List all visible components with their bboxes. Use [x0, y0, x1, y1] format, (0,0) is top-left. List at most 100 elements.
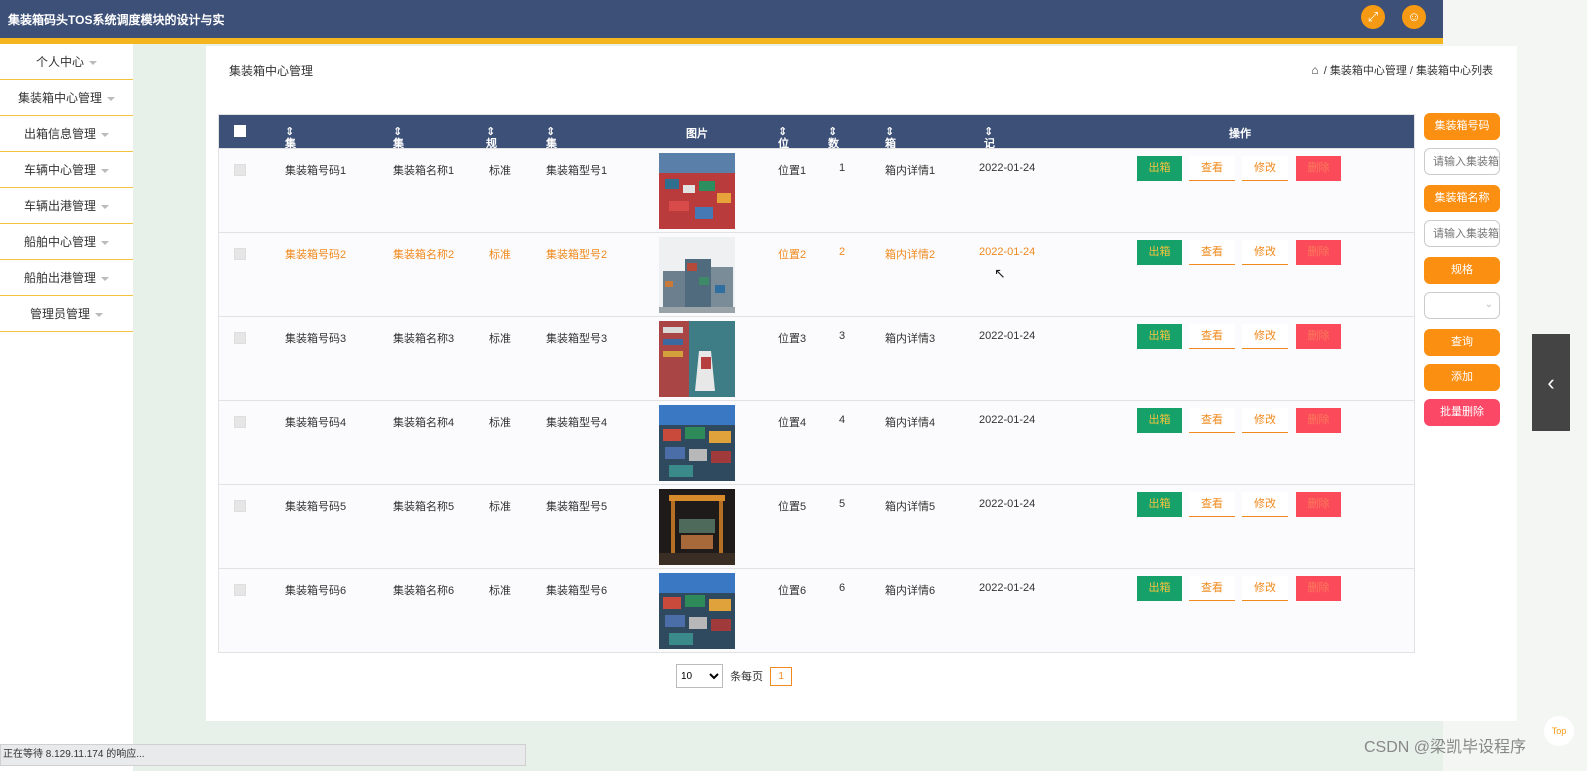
sidebar-item-vehicle-center[interactable]: 车辆中心管理 [0, 152, 133, 188]
code-filter-label: 集装箱号码 [1424, 113, 1500, 140]
sidebar-item-ship-departure[interactable]: 船舶出港管理 [0, 260, 133, 296]
user-icon[interactable]: ☺ [1402, 5, 1426, 29]
cell-name: 集装箱名称2 [393, 249, 455, 261]
col-header-position[interactable]: 位置⇕ [778, 125, 789, 166]
cell-detail: 箱内详情3 [885, 333, 936, 345]
col-header-model[interactable]: 集装箱型号⇕ [546, 125, 557, 214]
page-number-button[interactable]: 1 [770, 666, 793, 686]
delete-button[interactable]: 删除 [1296, 492, 1341, 517]
sidebar-item-ship-center[interactable]: 船舶中心管理 [0, 224, 133, 260]
edit-button[interactable]: 修改 [1242, 240, 1288, 265]
code-search-input[interactable] [1424, 148, 1500, 175]
cell-spec: 标准 [489, 585, 511, 597]
container-photo[interactable] [659, 153, 735, 229]
search-panel: 集装箱号码 集装箱名称 规格 ⌄ 查询 添加 批量删除 [1424, 113, 1500, 426]
delete-button[interactable]: 删除 [1296, 576, 1341, 601]
cell-spec: 标准 [489, 417, 511, 429]
view-button[interactable]: 查看 [1189, 576, 1235, 601]
out-button[interactable]: 出箱 [1137, 324, 1182, 349]
cell-model: 集装箱型号2 [546, 249, 608, 261]
collapse-panel-tab[interactable]: ‹ [1532, 334, 1570, 431]
sidebar-item-admin[interactable]: 管理员管理 [0, 296, 133, 332]
page-title: 集装箱中心管理 [229, 64, 314, 78]
out-button[interactable]: 出箱 [1137, 492, 1182, 517]
batch-delete-button[interactable]: 批量删除 [1424, 399, 1500, 426]
view-button[interactable]: 查看 [1189, 492, 1235, 517]
view-button[interactable]: 查看 [1189, 156, 1235, 181]
cell-code: 集装箱号码6 [285, 585, 347, 597]
caret-down-icon [101, 168, 109, 173]
delete-button[interactable]: 删除 [1296, 408, 1341, 433]
cell-position: 位置3 [778, 333, 807, 345]
table-row: 集装箱号码1 集装箱名称1 标准 集装箱型号1 位置1 1 箱内详情1 2022… [219, 148, 1414, 232]
sidebar-item-out-box-info[interactable]: 出箱信息管理 [0, 116, 133, 152]
page-size-select[interactable]: 10 [676, 664, 723, 688]
sidebar-item-container-center[interactable]: 集装箱中心管理 [0, 80, 133, 116]
spec-select[interactable]: ⌄ [1424, 292, 1500, 319]
out-button[interactable]: 出箱 [1137, 156, 1182, 181]
add-button[interactable]: 添加 [1424, 364, 1500, 391]
container-photo[interactable] [659, 237, 735, 313]
out-button[interactable]: 出箱 [1137, 408, 1182, 433]
view-button[interactable]: 查看 [1189, 408, 1235, 433]
pagination: 10 条每页 1 [676, 664, 793, 688]
select-all-checkbox[interactable] [234, 125, 246, 137]
edit-button[interactable]: 修改 [1242, 408, 1288, 433]
home-icon[interactable]: ⌂ [1311, 63, 1318, 77]
cell-detail: 箱内详情4 [885, 417, 936, 429]
out-button[interactable]: 出箱 [1137, 240, 1182, 265]
table-row: 集装箱号码6 集装箱名称6 标准 集装箱型号6 位置6 6 箱内详情6 2022… [219, 568, 1414, 652]
col-header-name[interactable]: 集装箱名称⇕ [393, 125, 404, 214]
container-photo[interactable] [659, 489, 735, 565]
container-photo[interactable] [659, 321, 735, 397]
row-checkbox[interactable] [234, 500, 246, 512]
col-header-time[interactable]: 记录时间⇕ [984, 125, 995, 198]
row-checkbox[interactable] [234, 164, 246, 176]
row-checkbox[interactable] [234, 248, 246, 260]
view-button[interactable]: 查看 [1189, 240, 1235, 265]
top-header: 集装箱码头TOS系统调度模块的设计与实 ⤢ ☺ [0, 0, 1443, 38]
col-header-actions: 操作 [1229, 128, 1251, 140]
breadcrumb: ⌂ / 集装箱中心管理 / 集装箱中心列表 [1311, 63, 1493, 77]
edit-button[interactable]: 修改 [1242, 324, 1288, 349]
view-button[interactable]: 查看 [1189, 324, 1235, 349]
delete-button[interactable]: 删除 [1296, 156, 1341, 181]
cell-time: 2022-01-24 [979, 582, 1036, 594]
cell-spec: 标准 [489, 165, 511, 177]
cell-model: 集装箱型号1 [546, 165, 608, 177]
col-header-spec[interactable]: 规格⇕ [486, 125, 497, 166]
edit-button[interactable]: 修改 [1242, 576, 1288, 601]
delete-button[interactable]: 删除 [1296, 240, 1341, 265]
cell-time: 2022-01-24 [979, 498, 1036, 510]
name-search-input[interactable] [1424, 220, 1500, 247]
delete-button[interactable]: 删除 [1296, 324, 1341, 349]
back-to-top-button[interactable]: Top [1544, 716, 1574, 746]
col-header-detail[interactable]: 箱内详情⇕ [885, 125, 896, 198]
query-button[interactable]: 查询 [1424, 329, 1500, 356]
col-header-quantity[interactable]: 数量⇕ [828, 125, 839, 166]
name-filter-label: 集装箱名称 [1424, 185, 1500, 212]
breadcrumb-item: 集装箱中心列表 [1416, 65, 1493, 77]
caret-down-icon [107, 96, 115, 101]
table-row: 集装箱号码5 集装箱名称5 标准 集装箱型号5 位置5 5 箱内详情5 2022… [219, 484, 1414, 568]
cell-time: 2022-01-24 [979, 414, 1036, 426]
cell-position: 位置1 [778, 165, 807, 177]
breadcrumb-item[interactable]: 集装箱中心管理 [1330, 65, 1407, 77]
expand-icon[interactable]: ⤢ [1361, 5, 1385, 29]
container-photo[interactable] [659, 405, 735, 481]
row-checkbox[interactable] [234, 584, 246, 596]
col-header-code[interactable]: 集装箱号码⇕ [285, 125, 296, 214]
edit-button[interactable]: 修改 [1242, 156, 1288, 181]
sidebar-item-vehicle-departure[interactable]: 车辆出港管理 [0, 188, 133, 224]
cell-name: 集装箱名称1 [393, 165, 455, 177]
row-checkbox[interactable] [234, 416, 246, 428]
row-checkbox[interactable] [234, 332, 246, 344]
container-photo[interactable] [659, 573, 735, 649]
edit-button[interactable]: 修改 [1242, 492, 1288, 517]
sidebar-item-personal-center[interactable]: 个人中心 [0, 44, 133, 80]
table-row: 集装箱号码3 集装箱名称3 标准 集装箱型号3 位置3 3 箱内详情3 2022… [219, 316, 1414, 400]
cell-position: 位置4 [778, 417, 807, 429]
cell-quantity: 3 [839, 330, 846, 342]
sidebar: 个人中心 集装箱中心管理 出箱信息管理 车辆中心管理 车辆出港管理 船舶中心管理… [0, 44, 133, 771]
out-button[interactable]: 出箱 [1137, 576, 1182, 601]
